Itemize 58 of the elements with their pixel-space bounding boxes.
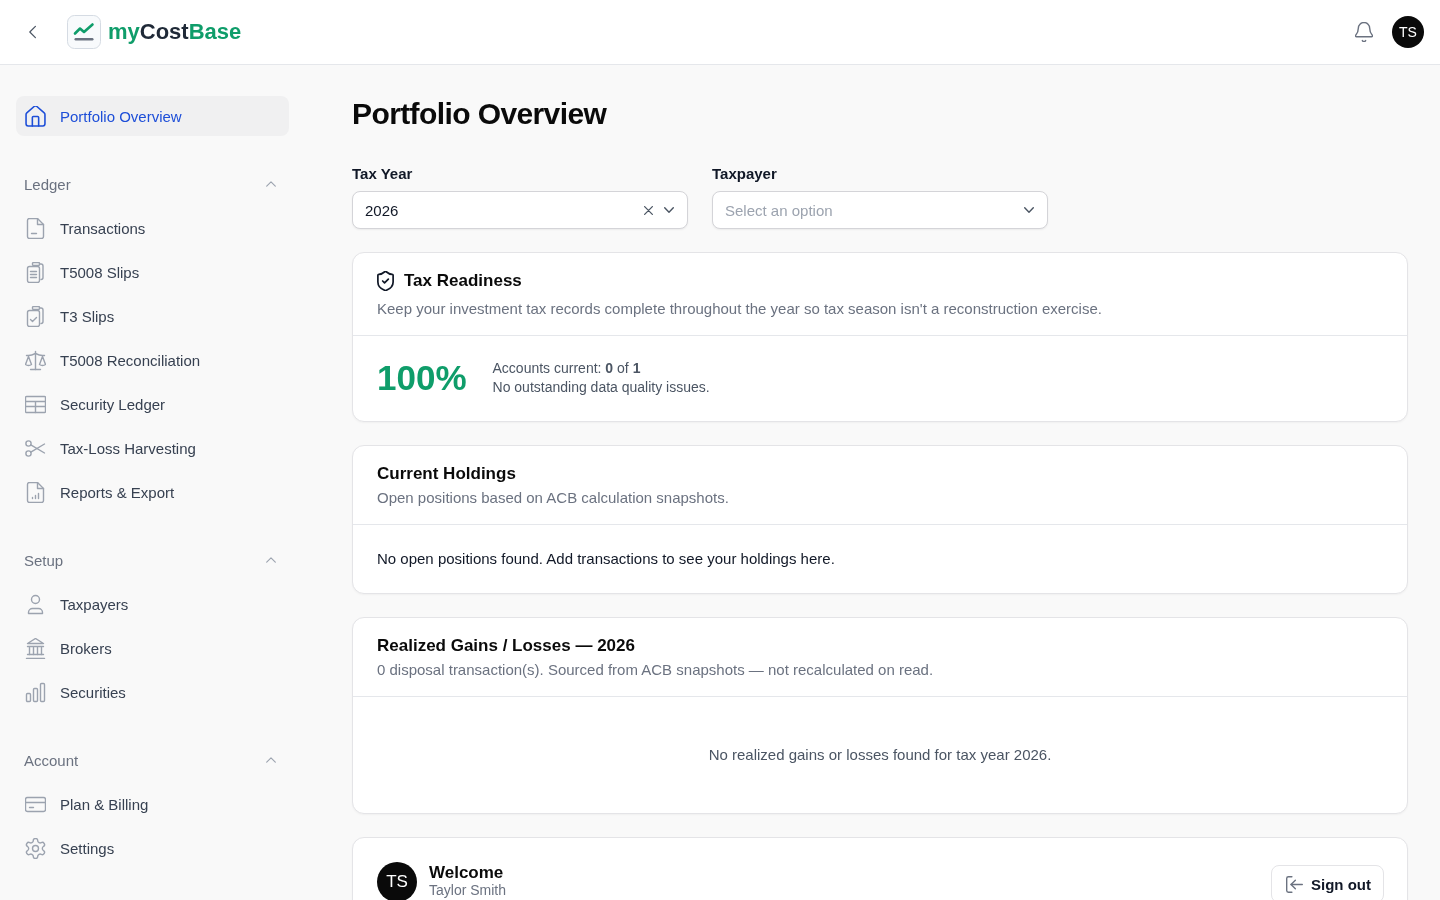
bar-chart-icon [25,681,46,703]
sidebar-item[interactable]: Transactions [16,208,289,248]
empty-state-message: No open positions found. Add transactions to see your holdings here. [377,549,836,569]
field-label: Taxpayer [712,164,778,184]
sidebar-item[interactable]: Plan & Billing [16,784,289,824]
empty-state-message: No realized gains or losses found for tax year 2026. [707,745,1053,765]
card-title: Realized Gains / Losses — 2026 [377,635,636,657]
bell-icon[interactable] [1355,22,1373,42]
sidebar-item[interactable]: Securities [16,672,289,712]
select-field[interactable]: Select an option [712,191,1048,229]
card-title: Tax Readiness [404,270,522,292]
clipboard-check-icon [25,305,46,327]
clipboard-list-icon [25,261,46,283]
card-description: Open positions based on ACB calculation snapshots. [377,488,730,508]
section-header[interactable]: Setup [16,544,289,576]
scissors-icon [25,437,46,459]
sidebar-item[interactable]: T3 Slips [16,296,289,336]
bank-building-icon [25,637,46,659]
sidebar-item[interactable]: Settings [16,828,289,868]
user-avatar: TS [377,862,417,900]
scale-icon [25,349,46,371]
table-icon [25,393,46,415]
welcome-title: Welcome [429,863,505,883]
document-chart-icon [25,481,46,503]
settings-icon [25,837,46,859]
card-title: Current Holdings [377,463,517,485]
shield-check-icon [377,271,394,291]
chevron-down-icon[interactable] [1024,207,1034,213]
user-name: Taylor Smith [429,883,507,898]
data-quality-status: No outstanding data quality issues. [492,378,710,397]
sidebar-item[interactable]: Portfolio Overview [16,96,289,136]
sidebar-item[interactable]: Security Ledger [16,384,289,424]
sidebar-item[interactable]: T5008 Reconciliation [16,340,289,380]
page-title: Portfolio Overview [352,96,608,132]
sidebar-item[interactable]: T5008 Slips [16,252,289,292]
chevron-down-icon[interactable] [664,207,674,213]
home-icon [25,105,46,127]
field-label: Tax Year [352,164,414,184]
sign-out-icon [1286,875,1303,893]
section-header[interactable]: Ledger [16,168,289,200]
user-avatar[interactable]: TS [1392,16,1424,48]
person-icon [25,593,46,615]
select-field[interactable]: 2026 [352,191,688,229]
card-description: Keep your investment tax records complete throughout the year so tax season isn't a reconstruction exercise. [377,299,1103,319]
card-description: 0 disposal transaction(s). Sourced from ACB snapshots — not recalculated on read. [377,660,935,680]
document-icon [25,217,46,239]
sign-out-button[interactable]: Sign out [1271,865,1384,900]
sidebar-item[interactable]: Reports & Export [16,472,289,512]
readiness-score: 100% [377,357,467,399]
section-header[interactable]: Account [16,744,289,776]
sidebar-item[interactable]: Brokers [16,628,289,668]
accounts-current-text: Accounts current: 0 of 1 [492,359,642,378]
clear-icon[interactable] [644,205,653,215]
sidebar-item[interactable]: Taxpayers [16,584,289,624]
logo-text[interactable]: myCostBase [108,18,242,46]
logo-icon[interactable] [67,15,101,49]
chevron-left-icon[interactable] [29,24,37,40]
sidebar-item[interactable]: Tax-Loss Harvesting [16,428,289,468]
